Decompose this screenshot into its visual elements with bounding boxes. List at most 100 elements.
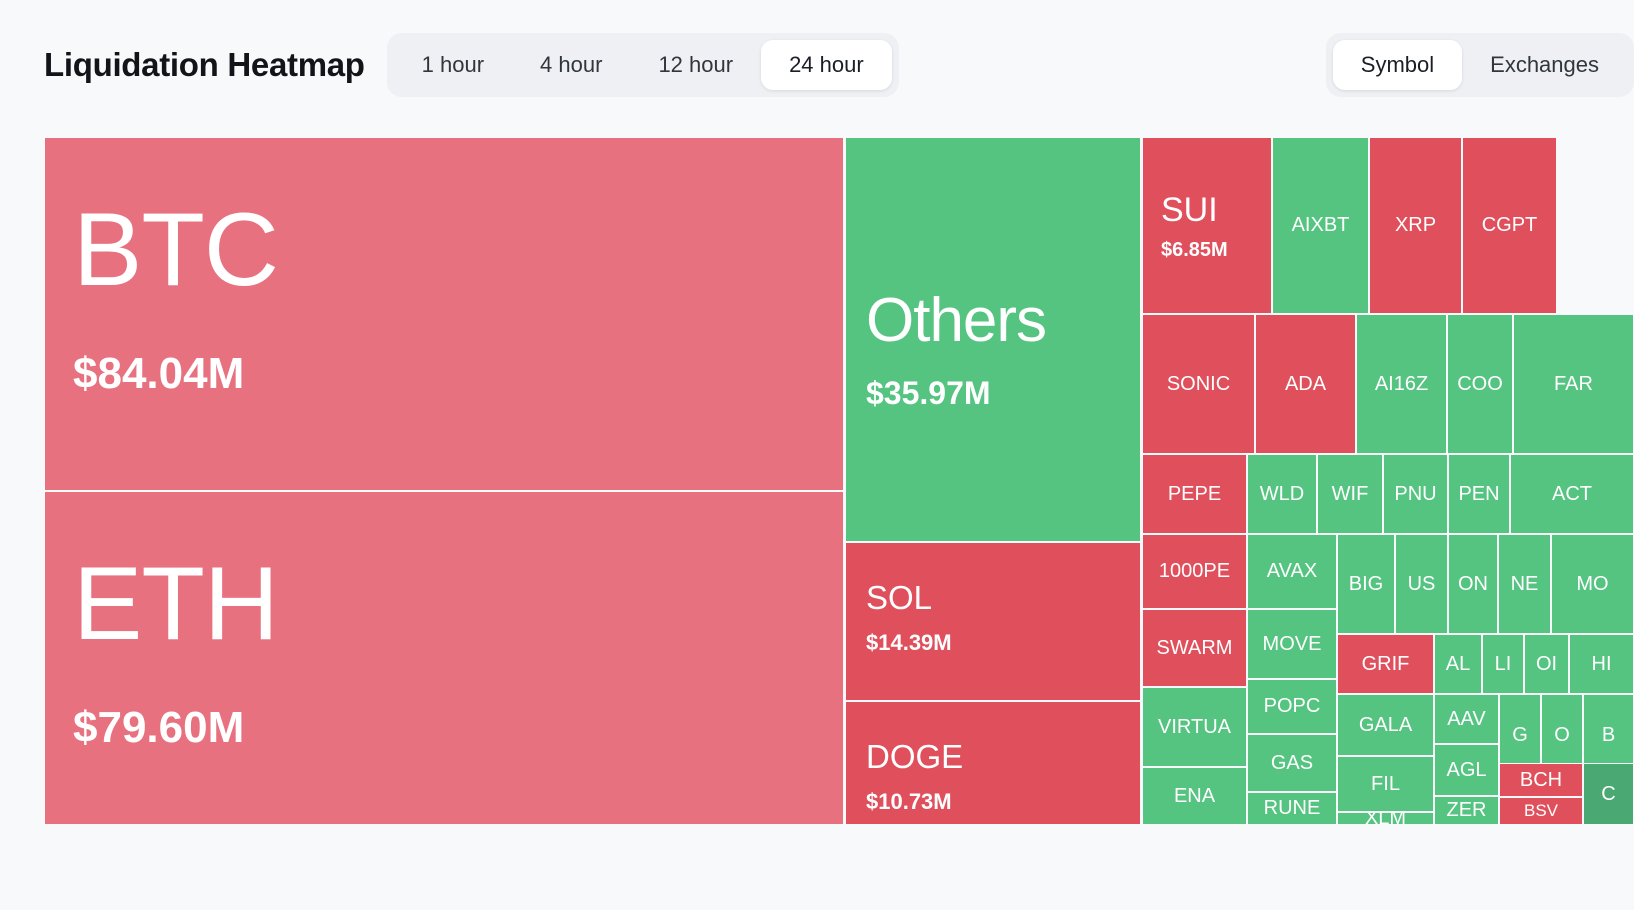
page-title: Liquidation Heatmap <box>44 46 365 84</box>
tile-symbol-label: SONIC <box>1167 374 1230 395</box>
treemap-tile-cgpt[interactable]: CGPT <box>1462 137 1557 314</box>
treemap-tile-bch[interactable]: BCH <box>1499 763 1583 797</box>
treemap-tile-ne[interactable]: NE <box>1498 534 1551 634</box>
tile-value-label: $79.60M <box>73 703 843 753</box>
treemap-tile-ada[interactable]: ADA <box>1255 314 1356 454</box>
treemap-tile-pen[interactable]: PEN <box>1448 454 1510 534</box>
treemap-chart: BTC $84.04M ETH $79.60M Others$35.97MSOL$14.… <box>44 137 1634 825</box>
tile-symbol-label: PEPE <box>1168 484 1221 505</box>
treemap-tile-doge[interactable]: DOGE $10.73M <box>845 701 1141 825</box>
page-header: Liquidation Heatmap 1 hour 4 hour 12 hou… <box>0 0 1634 130</box>
treemap-tile-mo[interactable]: MO <box>1551 534 1634 634</box>
treemap-tile-on[interactable]: ON <box>1448 534 1498 634</box>
treemap-tile-avax[interactable]: AVAX <box>1247 534 1337 609</box>
treemap-tile-aav[interactable]: AAV <box>1434 694 1499 744</box>
timeframe-tab-24-hour[interactable]: 24 hour <box>761 40 892 90</box>
treemap-tile-sol[interactable]: SOL$14.39M <box>845 542 1141 701</box>
treemap-tile-act[interactable]: ACT <box>1510 454 1634 534</box>
timeframe-tab-group: 1 hour 4 hour 12 hour 24 hour <box>387 33 899 97</box>
treemap-tile-sonic[interactable]: SONIC <box>1142 314 1255 454</box>
tile-symbol-label: AL <box>1446 654 1470 675</box>
tile-symbol-label: SWARM <box>1157 638 1233 659</box>
treemap-tile-sui[interactable]: SUI$6.85M <box>1142 137 1272 314</box>
treemap-tile-coo[interactable]: COO <box>1447 314 1513 454</box>
treemap-tile-us[interactable]: US <box>1395 534 1448 634</box>
tile-symbol-label: US <box>1408 574 1436 595</box>
treemap-tile-move[interactable]: MOVE <box>1247 609 1337 679</box>
treemap-tile-hi[interactable]: HI <box>1569 634 1634 694</box>
timeframe-tab-12-hour[interactable]: 12 hour <box>630 40 761 90</box>
tile-symbol-label: LI <box>1495 654 1512 675</box>
tile-symbol-label: AVAX <box>1267 561 1317 582</box>
tile-value-label: $10.73M <box>866 789 1140 815</box>
tile-symbol-label: MO <box>1576 574 1608 595</box>
tile-symbol-label: CGPT <box>1482 215 1538 236</box>
treemap-tile-swarm[interactable]: SWARM <box>1142 609 1247 687</box>
tile-symbol-label: NE <box>1511 574 1539 595</box>
treemap-tile-zer[interactable]: ZER <box>1434 796 1499 825</box>
treemap-tile-fil[interactable]: FIL <box>1337 756 1434 812</box>
tile-symbol-label: DOGE <box>866 740 1140 775</box>
treemap-tile-xrp[interactable]: XRP <box>1369 137 1462 314</box>
treemap-tile-btc[interactable]: BTC $84.04M <box>44 137 844 491</box>
treemap-tile-gala[interactable]: GALA <box>1337 694 1434 756</box>
tile-symbol-label: AIXBT <box>1292 215 1350 236</box>
treemap-tile-pnu[interactable]: PNU <box>1383 454 1448 534</box>
treemap-tile-aixbt[interactable]: AIXBT <box>1272 137 1369 314</box>
tile-symbol-label: RUNE <box>1264 798 1321 819</box>
treemap-tile-eth[interactable]: ETH $79.60M <box>44 491 844 825</box>
tile-symbol-label: POPC <box>1264 696 1321 717</box>
tile-symbol-label: VIRTUA <box>1158 717 1231 738</box>
tile-symbol-label: C <box>1601 784 1615 805</box>
treemap-tile-al[interactable]: AL <box>1434 634 1482 694</box>
view-mode-tab-group: Symbol Exchanges <box>1326 33 1634 97</box>
treemap-tile-gas[interactable]: GAS <box>1247 734 1337 792</box>
tile-symbol-label: 1000PE <box>1159 561 1230 582</box>
tile-symbol-label: GALA <box>1359 715 1412 736</box>
treemap-tile-rune[interactable]: RUNE <box>1247 792 1337 825</box>
treemap-tile-bsv[interactable]: BSV <box>1499 797 1583 825</box>
tile-symbol-label: FAR <box>1554 374 1593 395</box>
treemap-tile-li[interactable]: LI <box>1482 634 1524 694</box>
tile-value-label: $35.97M <box>866 375 1140 412</box>
treemap-tile-far[interactable]: FAR <box>1513 314 1634 454</box>
view-mode-tab-exchanges[interactable]: Exchanges <box>1462 40 1627 90</box>
treemap-tile-pepe[interactable]: PEPE <box>1142 454 1247 534</box>
tile-symbol-label: ADA <box>1285 374 1326 395</box>
treemap-tile-virtua[interactable]: VIRTUA <box>1142 687 1247 767</box>
tile-symbol-label: BIG <box>1349 574 1383 595</box>
treemap-tile-oi[interactable]: OI <box>1524 634 1569 694</box>
tile-symbol-label: ZER <box>1447 800 1487 821</box>
treemap-tile-wif[interactable]: WIF <box>1317 454 1383 534</box>
tile-symbol-label: GRIF <box>1362 654 1410 675</box>
treemap-tile-popc[interactable]: POPC <box>1247 679 1337 734</box>
tile-symbol-label: ON <box>1458 574 1488 595</box>
treemap-tile-1000pe[interactable]: 1000PE <box>1142 534 1247 609</box>
treemap-tile-xlm[interactable]: XLM <box>1337 812 1434 825</box>
treemap-tile-grif[interactable]: GRIF <box>1337 634 1434 694</box>
liquidation-heatmap-page: Liquidation Heatmap 1 hour 4 hour 12 hou… <box>0 0 1634 910</box>
treemap-tile-others[interactable]: Others$35.97M <box>845 137 1141 542</box>
timeframe-tab-1-hour[interactable]: 1 hour <box>394 40 512 90</box>
tile-symbol-label: HI <box>1592 654 1612 675</box>
tile-symbol-label: SUI <box>1161 193 1271 229</box>
tile-symbol-label: ETH <box>73 550 843 659</box>
treemap-tile-wld[interactable]: WLD <box>1247 454 1317 534</box>
treemap-tile-ena[interactable]: ENA <box>1142 767 1247 825</box>
tile-symbol-label: PEN <box>1458 484 1499 505</box>
timeframe-tab-4-hour[interactable]: 4 hour <box>512 40 630 90</box>
tile-symbol-label: OI <box>1536 654 1557 675</box>
tile-symbol-label: FIL <box>1371 774 1400 795</box>
tile-symbol-label: BTC <box>73 196 843 305</box>
treemap-tile-ai16z[interactable]: AI16Z <box>1356 314 1447 454</box>
tile-value-label: $84.04M <box>73 349 843 399</box>
tile-symbol-label: ENA <box>1174 786 1215 807</box>
view-mode-tab-symbol[interactable]: Symbol <box>1333 40 1462 90</box>
tile-symbol-label: WLD <box>1260 484 1304 505</box>
tile-symbol-label: MOVE <box>1263 634 1322 655</box>
treemap-tile-big[interactable]: BIG <box>1337 534 1395 634</box>
tile-symbol-label: AI16Z <box>1375 374 1428 395</box>
treemap-tile-c[interactable]: C <box>1583 763 1634 825</box>
treemap-tile-agl[interactable]: AGL <box>1434 744 1499 796</box>
tile-symbol-label: COO <box>1457 374 1503 395</box>
